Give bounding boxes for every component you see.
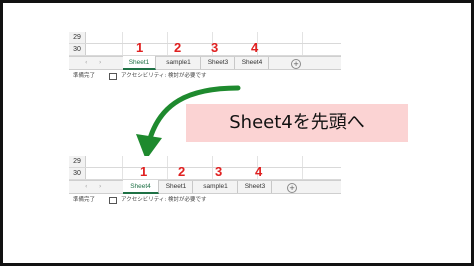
marker-number: 2 xyxy=(178,164,186,179)
sheet-tab-sheet4[interactable]: Sheet4 xyxy=(123,180,159,194)
row-number: 29 xyxy=(69,156,86,167)
marker-number: 2 xyxy=(174,40,182,55)
excel-screenshot-after: 29 30 ‹ › Sheet4 Sheet1 sample1 Sheet3 +… xyxy=(69,156,341,210)
move-arrow-icon xyxy=(136,85,241,160)
status-ready: 準備完了 xyxy=(73,197,96,203)
macro-record-icon[interactable] xyxy=(109,73,117,80)
grid-row: 29 xyxy=(69,156,341,168)
grid-row: 30 xyxy=(69,168,341,180)
tab-scroll-prev-button[interactable]: ‹ xyxy=(85,181,87,193)
marker-number: 3 xyxy=(211,40,219,55)
tab-scroll-next-button[interactable]: › xyxy=(99,181,101,193)
sheet-tab-sheet1[interactable]: Sheet1 xyxy=(123,56,156,70)
grid-row: 29 xyxy=(69,32,341,44)
marker-number: 1 xyxy=(136,40,144,55)
add-sheet-button[interactable]: + xyxy=(287,183,297,193)
tab-scroll-next-button[interactable]: › xyxy=(99,57,101,69)
row-number: 30 xyxy=(69,44,86,55)
row-number: 30 xyxy=(69,168,86,179)
sheet-tab-sheet1[interactable]: Sheet1 xyxy=(160,181,193,193)
marker-number: 3 xyxy=(215,164,223,179)
row-number: 29 xyxy=(69,32,86,43)
status-bar: 準備完了 アクセシビリティ: 検討が必要です xyxy=(69,70,341,82)
grid-row: 30 xyxy=(69,44,341,56)
sheet-tab-sheet3[interactable]: Sheet3 xyxy=(202,57,235,69)
accessibility-status[interactable]: アクセシビリティ: 検討が必要です xyxy=(121,70,207,82)
marker-number: 1 xyxy=(140,164,148,179)
tab-scroll-prev-button[interactable]: ‹ xyxy=(85,57,87,69)
sheet-tab-sample1[interactable]: sample1 xyxy=(194,181,238,193)
sheet-tab-bar: ‹ › Sheet4 Sheet1 sample1 Sheet3 + xyxy=(69,180,341,194)
sheet-tab-bar: ‹ › Sheet1 sample1 Sheet3 Sheet4 + xyxy=(69,56,341,70)
sheet-tab-sample1[interactable]: sample1 xyxy=(157,57,201,69)
marker-number: 4 xyxy=(255,164,263,179)
macro-record-icon[interactable] xyxy=(109,197,117,204)
sheet-tab-sheet4[interactable]: Sheet4 xyxy=(236,57,269,69)
accessibility-status[interactable]: アクセシビリティ: 検討が必要です xyxy=(121,194,207,206)
add-sheet-button[interactable]: + xyxy=(291,59,301,69)
marker-number: 4 xyxy=(251,40,259,55)
status-bar: 準備完了 アクセシビリティ: 検討が必要です xyxy=(69,194,341,206)
status-ready: 準備完了 xyxy=(73,73,96,79)
sheet-tab-sheet3[interactable]: Sheet3 xyxy=(239,181,272,193)
excel-screenshot-before: 29 30 ‹ › Sheet1 sample1 Sheet3 Sheet4 +… xyxy=(69,32,341,86)
